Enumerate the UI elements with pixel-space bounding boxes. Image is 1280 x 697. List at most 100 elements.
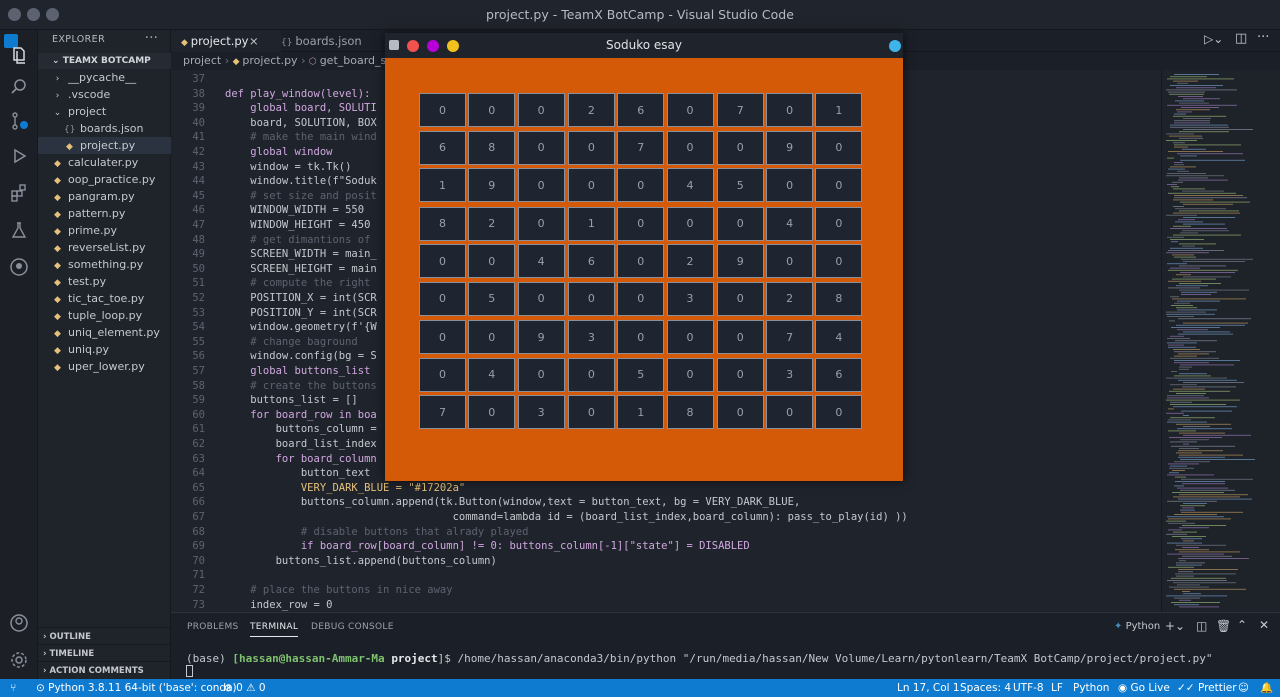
soduko-cell[interactable]: 6 xyxy=(419,130,466,165)
tree-item[interactable]: ◆ pattern.py xyxy=(38,205,171,222)
timeline-section[interactable]: › TIMELINE xyxy=(38,644,171,662)
tree-item[interactable]: ◆ prime.py xyxy=(38,222,171,239)
code-line[interactable]: index_row = 0 xyxy=(225,599,332,611)
soduko-cell[interactable]: 7 xyxy=(716,93,764,127)
soduko-cell[interactable]: 7 xyxy=(419,395,466,429)
more-actions-button[interactable]: ··· xyxy=(145,30,158,46)
soduko-cell[interactable]: 0 xyxy=(517,281,565,316)
breadcrumb-folder[interactable]: project xyxy=(183,54,221,67)
tab-boards-json[interactable]: {} boards.json xyxy=(271,30,381,52)
soduko-cell[interactable]: 4 xyxy=(766,206,814,241)
code-line[interactable]: for board_column xyxy=(225,453,377,465)
interpreter-status[interactable]: ⊙ Python 3.8.11 64-bit ('base': conda) xyxy=(36,679,237,697)
action-comments-section[interactable]: › ACTION COMMENTS xyxy=(38,661,171,679)
soduko-cell[interactable]: 0 xyxy=(567,130,615,165)
trash-icon[interactable]: 🗑 xyxy=(1216,619,1231,633)
tree-item[interactable]: ◆ tic_tac_toe.py xyxy=(38,290,171,307)
soduko-cell[interactable]: 4 xyxy=(468,357,516,392)
soduko-cell[interactable]: 6 xyxy=(815,357,863,392)
code-line[interactable]: SCREEN_WIDTH = main_ xyxy=(225,248,376,260)
code-line[interactable]: global buttons_list xyxy=(225,365,370,377)
soduko-cell[interactable]: 0 xyxy=(617,320,665,354)
code-line[interactable]: # disable buttons that alrady played xyxy=(225,526,529,538)
code-line[interactable]: window.geometry(f'{W xyxy=(225,321,376,333)
soduko-cell[interactable]: 0 xyxy=(419,93,466,127)
code-line[interactable]: POSITION_Y = int(SCR xyxy=(225,307,376,319)
code-line[interactable]: # change baground xyxy=(225,336,357,348)
tree-item[interactable]: ◆ project.py xyxy=(38,137,171,154)
soduko-cell[interactable]: 2 xyxy=(567,93,615,127)
soduko-cell[interactable]: 0 xyxy=(517,357,565,392)
code-line[interactable]: # get dimantions of xyxy=(225,234,370,246)
code-line[interactable]: board, SOLUTION, BOX xyxy=(225,117,376,129)
maximize-panel-icon[interactable]: ⌃ xyxy=(1237,618,1247,632)
soduko-cell[interactable]: 3 xyxy=(766,357,814,392)
soduko-cell[interactable]: 2 xyxy=(666,244,714,278)
soduko-cell[interactable]: 0 xyxy=(617,168,665,202)
soduko-cell[interactable]: 1 xyxy=(617,395,665,429)
soduko-cell[interactable]: 0 xyxy=(419,320,466,354)
soduko-cell[interactable]: 0 xyxy=(815,395,863,429)
soduko-cell[interactable]: 0 xyxy=(716,320,764,354)
tree-item[interactable]: ◆ reverseList.py xyxy=(38,239,171,256)
soduko-cell[interactable]: 0 xyxy=(419,357,466,392)
soduko-cell[interactable]: 0 xyxy=(716,206,764,241)
soduko-cell[interactable]: 0 xyxy=(617,206,665,241)
tree-item[interactable]: ◆ tuple_loop.py xyxy=(38,307,171,324)
soduko-cell[interactable]: 0 xyxy=(666,130,714,165)
run-debug-icon[interactable] xyxy=(8,145,30,167)
source-control-icon[interactable] xyxy=(8,110,30,132)
problems-status[interactable]: ⊗ 0 ⚠ 0 xyxy=(224,679,266,697)
soduko-cell[interactable]: 3 xyxy=(567,320,615,354)
go-live-button[interactable]: ◉ Go Live xyxy=(1118,679,1170,697)
pin-button[interactable] xyxy=(889,40,901,52)
soduko-cell[interactable]: 0 xyxy=(766,395,814,429)
soduko-cell[interactable]: 6 xyxy=(567,244,615,278)
cursor-position[interactable]: Ln 17, Col 1 xyxy=(897,679,960,697)
code-line[interactable]: # create the buttons xyxy=(225,380,376,392)
soduko-cell[interactable]: 7 xyxy=(766,320,814,354)
soduko-cell[interactable]: 0 xyxy=(567,281,615,316)
code-line[interactable]: WINDOW_WIDTH = 550 xyxy=(225,204,364,216)
indentation-status[interactable]: Spaces: 4 xyxy=(960,679,1011,697)
soduko-cell[interactable]: 0 xyxy=(567,168,615,202)
soduko-cell[interactable]: 0 xyxy=(666,206,714,241)
settings-gear-icon[interactable] xyxy=(8,649,30,671)
soduko-cell[interactable]: 0 xyxy=(666,93,714,127)
soduko-cell[interactable]: 0 xyxy=(815,206,863,241)
code-line[interactable]: if board_row[board_column] != 0: buttons… xyxy=(225,540,750,552)
soduko-cell[interactable]: 0 xyxy=(517,206,565,241)
tab-problems[interactable]: PROBLEMS xyxy=(187,622,239,632)
minimap[interactable] xyxy=(1161,70,1280,612)
close-tab-button[interactable]: × xyxy=(249,30,259,52)
soduko-cell[interactable]: 3 xyxy=(517,395,565,429)
code-line[interactable]: global board, SOLUTI xyxy=(225,102,376,114)
soduko-cell[interactable]: 4 xyxy=(815,320,863,354)
soduko-cell[interactable]: 0 xyxy=(468,320,516,354)
eol-status[interactable]: LF xyxy=(1051,679,1063,697)
tab-terminal[interactable]: TERMINAL xyxy=(250,622,299,637)
soduko-cell[interactable]: 5 xyxy=(716,168,764,202)
tree-item[interactable]: ◆ oop_practice.py xyxy=(38,171,171,188)
soduko-cell[interactable]: 0 xyxy=(815,130,863,165)
soduko-cell[interactable]: 0 xyxy=(617,244,665,278)
code-line[interactable]: command=lambda id = (board_list_index,bo… xyxy=(225,511,908,523)
soduko-cell[interactable]: 4 xyxy=(666,168,714,202)
tree-item[interactable]: ◆ pangram.py xyxy=(38,188,171,205)
code-line[interactable]: POSITION_X = int(SCR xyxy=(225,292,376,304)
code-line[interactable]: window = tk.Tk() xyxy=(225,161,351,173)
code-line[interactable]: WINDOW_HEIGHT = 450 xyxy=(225,219,370,231)
tree-item[interactable]: {} boards.json xyxy=(38,120,171,137)
soduko-cell[interactable]: 0 xyxy=(617,281,665,316)
soduko-cell[interactable]: 0 xyxy=(567,395,615,429)
tree-item[interactable]: ⌄ project xyxy=(38,103,171,120)
soduko-cell[interactable]: 0 xyxy=(666,357,714,392)
new-terminal-icon[interactable]: +⌄ xyxy=(1165,619,1185,633)
soduko-cell[interactable]: 8 xyxy=(468,130,516,165)
run-file-icon[interactable]: ▷⌄ xyxy=(1204,32,1223,46)
soduko-cell[interactable]: 0 xyxy=(419,244,466,278)
breadcrumb-file[interactable]: project.py xyxy=(242,54,297,67)
breadcrumb-symbol[interactable]: get_board_sc xyxy=(320,54,393,67)
soduko-cell[interactable]: 4 xyxy=(517,244,565,278)
testing-flask-icon[interactable] xyxy=(8,219,30,241)
